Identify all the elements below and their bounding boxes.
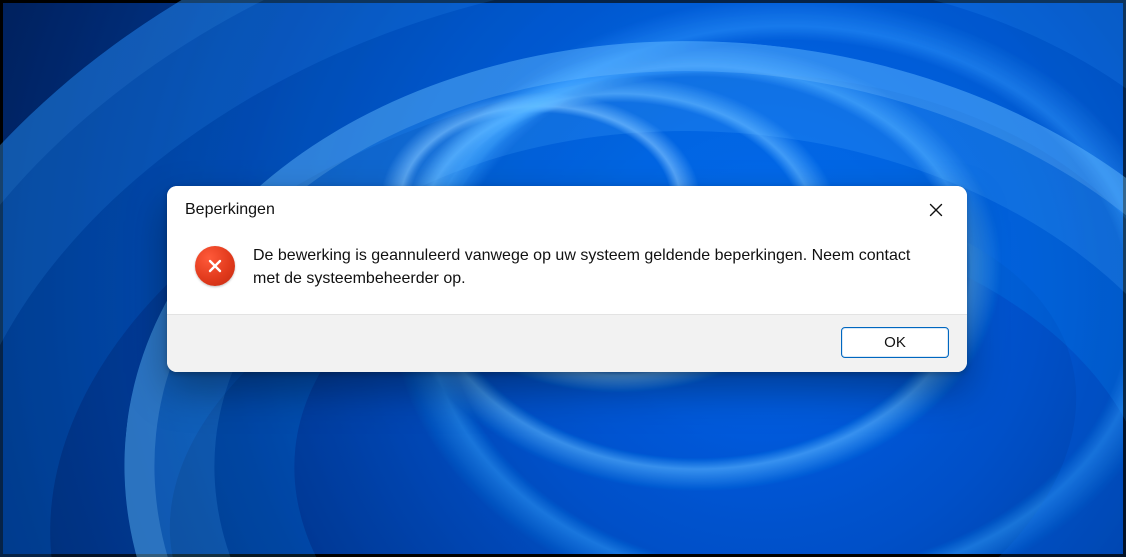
dialog-titlebar: Beperkingen bbox=[167, 186, 967, 230]
ok-button[interactable]: OK bbox=[841, 327, 949, 358]
dialog-body: De bewerking is geannuleerd vanwege op u… bbox=[167, 230, 967, 314]
dialog-message: De bewerking is geannuleerd vanwege op u… bbox=[253, 244, 939, 290]
close-button[interactable] bbox=[919, 196, 953, 224]
screenshot-viewport: Beperkingen De bewerking is geannuleerd … bbox=[0, 0, 1126, 557]
error-icon bbox=[195, 246, 235, 286]
restrictions-dialog: Beperkingen De bewerking is geannuleerd … bbox=[167, 186, 967, 372]
dialog-title: Beperkingen bbox=[185, 201, 275, 219]
close-icon bbox=[929, 203, 943, 217]
dialog-footer: OK bbox=[167, 314, 967, 372]
